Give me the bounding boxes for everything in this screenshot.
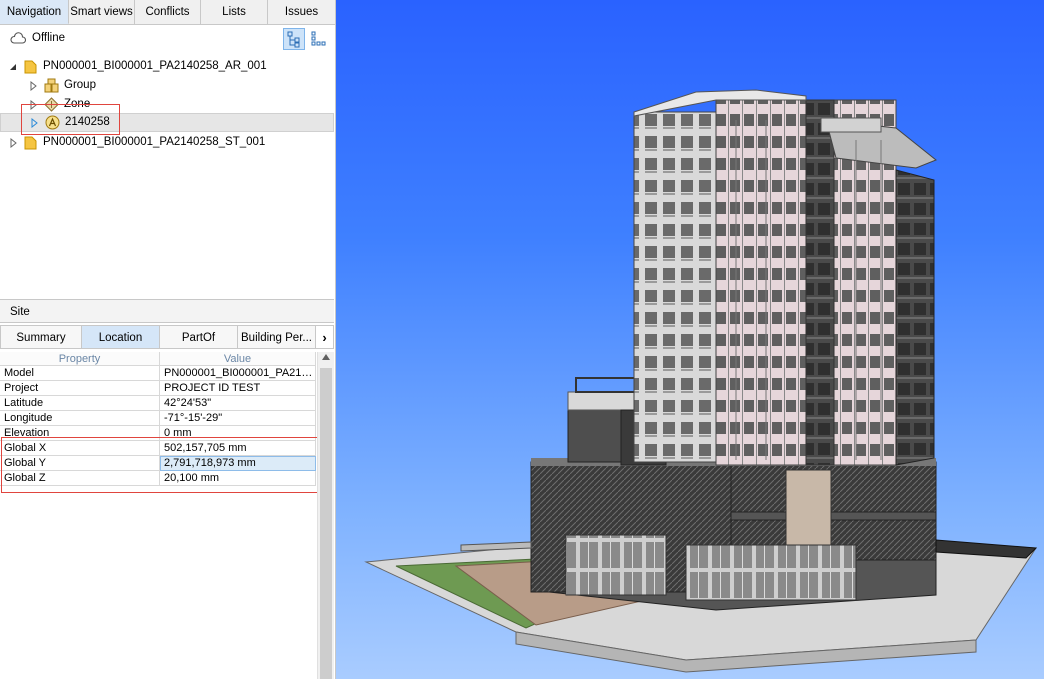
- collapsed-triangle-icon[interactable]: [29, 117, 39, 128]
- building-model-render[interactable]: [336, 0, 1044, 679]
- table-row[interactable]: Global Y 2,791,718,973 mm: [0, 456, 316, 471]
- tab-smart-views[interactable]: Smart views: [69, 0, 135, 24]
- tree-item-group[interactable]: Group: [28, 76, 96, 95]
- tree-item-zone[interactable]: Zone: [28, 95, 90, 114]
- subtab-summary[interactable]: Summary: [0, 325, 82, 349]
- properties-title: Site: [0, 299, 334, 323]
- property-value: 2,791,718,973 mm: [160, 456, 316, 471]
- tree-item-label: PN000001_BI000001_PA2140258_ST_001: [43, 136, 266, 148]
- properties-grid: Property Value Model PN000001_BI000001_PA…: [0, 352, 316, 486]
- property-value: PROJECT ID TEST: [160, 381, 316, 396]
- navigation-panel: Navigation Smart views Conflicts Lists I…: [0, 0, 336, 679]
- property-name: Latitude: [0, 396, 160, 411]
- collapsed-triangle-icon[interactable]: [8, 137, 18, 148]
- property-value: 0 mm: [160, 426, 316, 441]
- subtab-building-performance[interactable]: Building Per...: [238, 325, 316, 349]
- grid-header: Property Value: [0, 352, 316, 366]
- property-name: Longitude: [0, 411, 160, 426]
- tree-item-st-model[interactable]: PN000001_BI000001_PA2140258_ST_001: [8, 133, 265, 152]
- offline-label: Offline: [32, 32, 66, 44]
- column-header-property[interactable]: Property: [0, 352, 160, 366]
- collapsed-triangle-icon[interactable]: [28, 80, 38, 91]
- subtab-partof[interactable]: PartOf: [160, 325, 238, 349]
- tab-lists[interactable]: Lists: [201, 0, 268, 24]
- site-icon: [45, 115, 60, 130]
- scroll-up-icon[interactable]: [322, 354, 330, 360]
- property-name: Project: [0, 381, 160, 396]
- property-value: 20,100 mm: [160, 471, 316, 486]
- tree-toolbar: Offline: [0, 26, 335, 52]
- column-header-value[interactable]: Value: [160, 352, 316, 366]
- table-row[interactable]: Global Z 20,100 mm: [0, 471, 316, 486]
- expanded-triangle-icon[interactable]: [8, 62, 18, 72]
- table-row[interactable]: Project PROJECT ID TEST: [0, 381, 316, 396]
- tree-item-ar-model[interactable]: PN000001_BI000001_PA2140258_AR_001: [8, 57, 267, 76]
- group-icon: [44, 78, 59, 93]
- tab-navigation[interactable]: Navigation: [0, 0, 69, 24]
- model-file-icon: [24, 136, 37, 149]
- scrollbar-thumb[interactable]: [320, 368, 332, 679]
- table-row[interactable]: Elevation 0 mm: [0, 426, 316, 441]
- table-row[interactable]: Global X 502,157,705 mm: [0, 441, 316, 456]
- properties-subtabs: Summary Location PartOf Building Per... …: [0, 325, 334, 349]
- top-tabs: Navigation Smart views Conflicts Lists I…: [0, 0, 335, 25]
- cloud-icon: [10, 32, 26, 44]
- property-name: Elevation: [0, 426, 160, 441]
- property-name: Model: [0, 366, 160, 381]
- subtab-scroll-right-button[interactable]: ›: [316, 325, 334, 349]
- property-name: Global Z: [0, 471, 160, 486]
- property-value: 502,157,705 mm: [160, 441, 316, 456]
- tree-item-label: Group: [64, 79, 96, 91]
- property-name: Global X: [0, 441, 160, 456]
- tab-conflicts[interactable]: Conflicts: [135, 0, 201, 24]
- tree-item-label: 2140258: [65, 116, 110, 128]
- table-row[interactable]: Latitude 42°24'53": [0, 396, 316, 411]
- model-file-icon: [24, 60, 37, 73]
- property-value: PN000001_BI000001_PA214...: [160, 366, 316, 381]
- property-value: 42°24'53": [160, 396, 316, 411]
- dot-grid-icon: [311, 31, 326, 46]
- hierarchy-icon: [287, 31, 300, 48]
- tree-item-label: Zone: [64, 98, 91, 110]
- table-row[interactable]: Model PN000001_BI000001_PA214...: [0, 366, 316, 381]
- tree-item-site-2140258[interactable]: 2140258: [0, 113, 334, 132]
- table-row[interactable]: Longitude -71°-15'-29": [0, 411, 316, 426]
- property-value: -71°-15'-29": [160, 411, 316, 426]
- 3d-viewport[interactable]: [336, 0, 1044, 679]
- collapsed-triangle-icon[interactable]: [28, 99, 38, 110]
- property-name: Global Y: [0, 456, 160, 471]
- subtab-location[interactable]: Location: [82, 325, 160, 349]
- tree-item-label: PN000001_BI000001_PA2140258_AR_001: [43, 60, 267, 72]
- tree-view-button[interactable]: [283, 28, 305, 50]
- zone-icon: [44, 97, 59, 112]
- offline-status: Offline: [10, 32, 65, 44]
- flat-view-button[interactable]: [308, 28, 330, 50]
- properties-scrollbar[interactable]: [317, 352, 334, 679]
- tab-issues[interactable]: Issues: [268, 0, 335, 24]
